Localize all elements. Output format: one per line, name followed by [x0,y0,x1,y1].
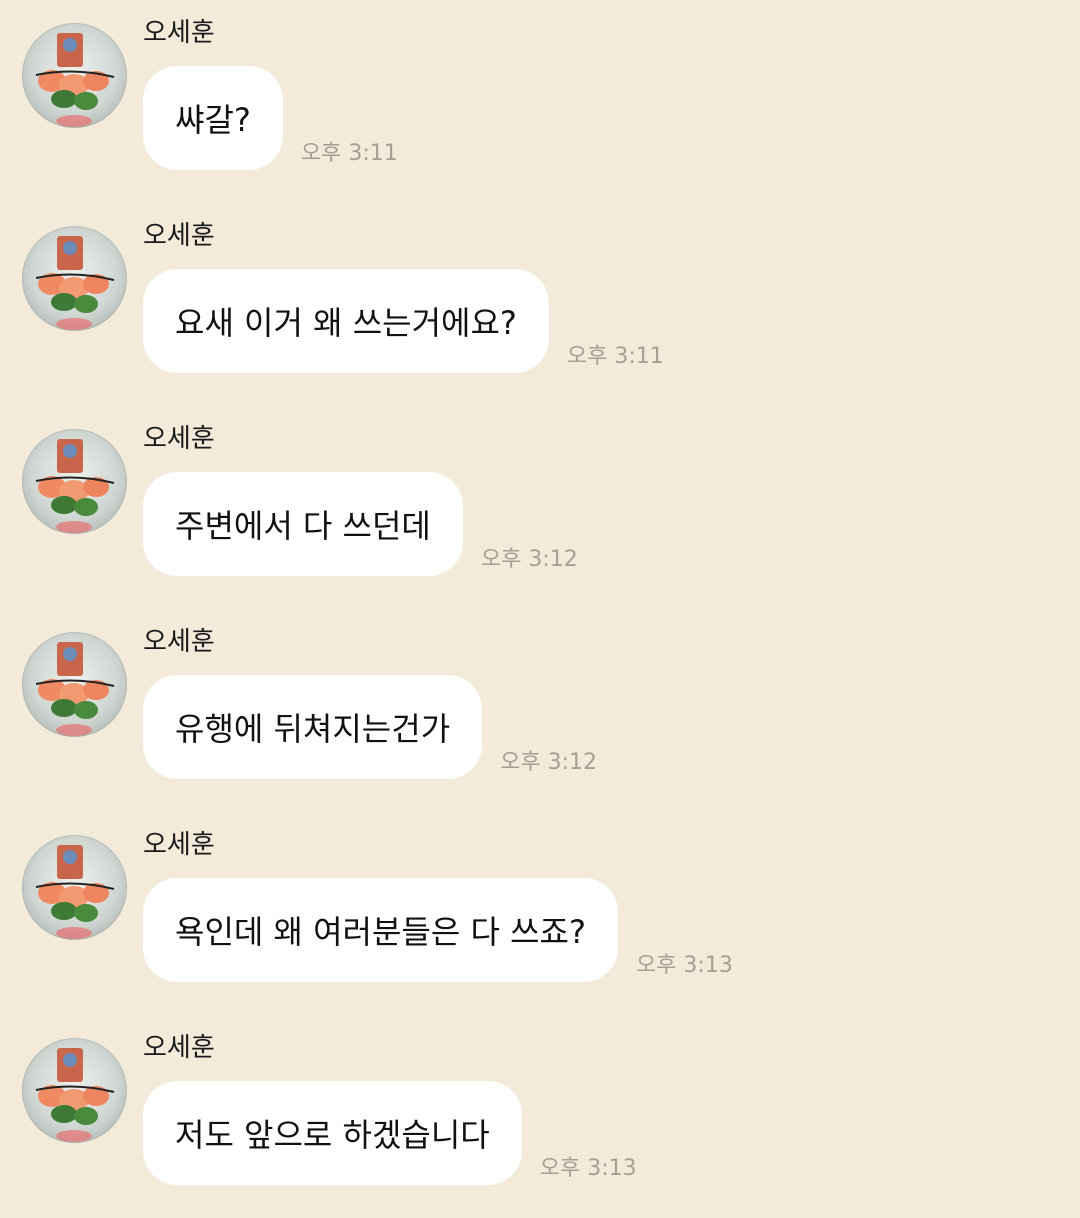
message-bubble[interactable]: 쌰갈? [143,66,283,170]
sender-name: 오세훈 [143,1033,215,1063]
sender-name: 오세훈 [143,627,215,657]
sender-name: 오세훈 [143,221,215,251]
sender-name: 오세훈 [143,424,215,454]
bubble-row: 욕인데 왜 여러분들은 다 쓰죠? 오후 3:13 [143,878,733,982]
flower-bouquet-icon [35,642,115,736]
flower-bouquet-icon [35,845,115,939]
message-timestamp: 오후 3:11 [300,141,398,166]
message-bubble[interactable]: 저도 앞으로 하겠습니다 [143,1081,522,1185]
message-item: 오세훈 저도 앞으로 하겠습니다 오후 3:13 [0,1015,1080,1218]
bubble-row: 쌰갈? 오후 3:11 [143,66,398,170]
profile-avatar[interactable] [22,23,127,128]
message-item: 오세훈 요새 이거 왜 쓰는거에요? 오후 3:11 [0,203,1080,406]
message-timestamp: 오후 3:13 [635,953,733,978]
profile-avatar[interactable] [22,429,127,534]
bubble-row: 주변에서 다 쓰던데 오후 3:12 [143,472,578,576]
bubble-row: 유행에 뒤쳐지는건가 오후 3:12 [143,675,597,779]
bubble-row: 저도 앞으로 하겠습니다 오후 3:13 [143,1081,637,1185]
flower-bouquet-icon [35,439,115,533]
profile-avatar[interactable] [22,1038,127,1143]
message-timestamp: 오후 3:12 [500,750,598,775]
message-timestamp: 오후 3:12 [480,547,578,572]
message-item: 오세훈 욕인데 왜 여러분들은 다 쓰죠? 오후 3:13 [0,812,1080,1015]
message-timestamp: 오후 3:11 [566,344,664,369]
message-bubble[interactable]: 요새 이거 왜 쓰는거에요? [143,269,549,373]
message-bubble[interactable]: 유행에 뒤쳐지는건가 [143,675,483,779]
message-item: 오세훈 쌰갈? 오후 3:11 [0,0,1080,203]
profile-avatar[interactable] [22,835,127,940]
message-item: 오세훈 유행에 뒤쳐지는건가 오후 3:12 [0,609,1080,812]
flower-bouquet-icon [35,236,115,330]
message-item: 오세훈 주변에서 다 쓰던데 오후 3:12 [0,406,1080,609]
sender-name: 오세훈 [143,830,215,860]
profile-avatar[interactable] [22,632,127,737]
message-bubble[interactable]: 욕인데 왜 여러분들은 다 쓰죠? [143,878,618,982]
bubble-row: 요새 이거 왜 쓰는거에요? 오후 3:11 [143,269,664,373]
flower-bouquet-icon [35,1048,115,1142]
profile-avatar[interactable] [22,226,127,331]
sender-name: 오세훈 [143,18,215,48]
message-timestamp: 오후 3:13 [539,1156,637,1181]
flower-bouquet-icon [35,33,115,127]
message-bubble[interactable]: 주변에서 다 쓰던데 [143,472,463,576]
chat-message-list[interactable]: 오세훈 쌰갈? 오후 3:11 오세훈 요새 이거 왜 쓰는거에요? 오후 3:… [0,0,1080,1201]
